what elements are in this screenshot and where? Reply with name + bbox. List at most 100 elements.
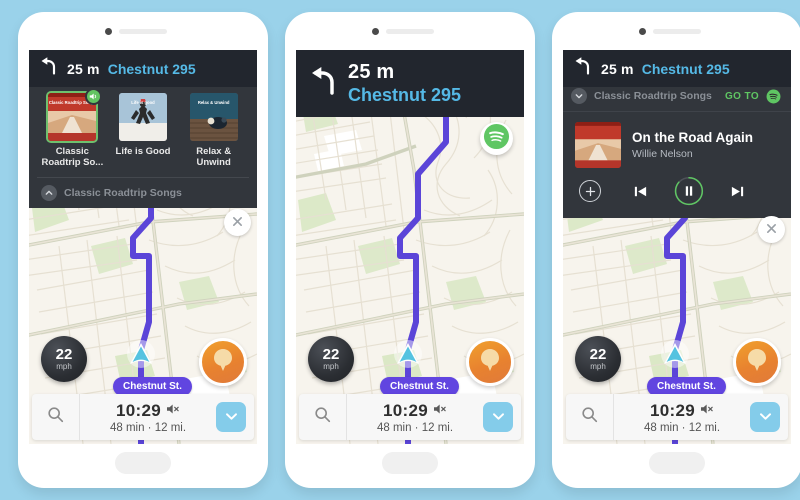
spotify-icon[interactable] xyxy=(766,89,781,104)
speed-unit: mph xyxy=(590,362,606,371)
speedometer: 22 mph xyxy=(575,336,621,382)
front-camera-icon xyxy=(639,28,646,35)
search-button[interactable] xyxy=(299,394,347,440)
album-label-2: Relax & Unwind xyxy=(196,146,232,169)
now-playing-panel: Classic Roadtrip Songs GO TO On the Road… xyxy=(563,81,791,218)
phone-navigation: 25 m Chestnut 295 22 mph Chestnut St. 10… xyxy=(285,12,535,488)
navigation-header: 25 m Chestnut 295 xyxy=(296,50,524,117)
report-button[interactable] xyxy=(199,338,247,386)
speed-value: 22 xyxy=(322,346,340,363)
expand-panel-button[interactable] xyxy=(750,402,780,432)
screen-2: 25 m Chestnut 295 22 mph Chestnut St. 10… xyxy=(296,50,524,444)
album-item-2[interactable]: Relax & Unwind Relax & Unwind xyxy=(183,93,245,169)
chevron-down-icon[interactable] xyxy=(571,88,587,104)
speaker-muted-icon[interactable] xyxy=(166,402,180,420)
phone-top-bezel xyxy=(285,12,535,50)
playlist-panel-footer[interactable]: Classic Roadtrip Songs xyxy=(37,176,249,208)
album-item-0[interactable]: Classic Roadtrip Songs Classic Roadtrip … xyxy=(41,88,104,169)
nav-distance: 25 m xyxy=(601,60,634,77)
eta-text: 48 min · 12 mi. xyxy=(376,421,454,434)
nav-distance: 25 m xyxy=(348,61,395,83)
goto-spotify-label[interactable]: GO TO xyxy=(725,91,759,102)
chevron-up-icon[interactable] xyxy=(41,184,57,201)
report-pin-icon xyxy=(478,347,502,378)
expand-panel-button[interactable] xyxy=(483,402,513,432)
album-art-1[interactable]: Life is good xyxy=(118,93,167,141)
phone-playlist-browser: 25 m Chestnut 295 Classic Roadtrip Songs… xyxy=(18,12,268,488)
earpiece-speaker xyxy=(386,29,434,34)
search-icon xyxy=(581,406,598,428)
expand-panel-button[interactable] xyxy=(216,402,246,432)
nav-street: Chestnut 295 xyxy=(641,60,730,77)
bottom-bar: 10:29 48 min · 12 mi. xyxy=(299,394,521,440)
turn-left-arrow-icon xyxy=(573,56,593,81)
track-title: On the Road Again xyxy=(632,130,753,145)
speed-unit: mph xyxy=(323,362,339,371)
player-controls xyxy=(563,174,791,218)
plus-circle-icon[interactable] xyxy=(579,180,601,202)
arrival-time: 10:29 xyxy=(383,400,428,420)
speed-unit: mph xyxy=(56,362,72,371)
home-button[interactable] xyxy=(115,452,171,474)
phone-top-bezel xyxy=(18,12,268,50)
nav-text-group: 25 m Chestnut 295 xyxy=(601,61,730,77)
earpiece-speaker xyxy=(119,29,167,34)
player-playlist-name: Classic Roadtrip Songs xyxy=(594,90,712,102)
eta-summary[interactable]: 10:29 48 min · 12 mi. xyxy=(347,401,483,434)
chevron-down-icon xyxy=(492,408,505,426)
track-text-group: On the Road Again Willie Nelson xyxy=(632,130,753,160)
car-direction-arrow-icon xyxy=(393,339,423,374)
home-button[interactable] xyxy=(382,452,438,474)
front-camera-icon xyxy=(372,28,379,35)
speed-value: 22 xyxy=(55,346,73,363)
spotify-icon xyxy=(483,123,510,155)
navigation-header: 25 m Chestnut 295 xyxy=(563,50,791,87)
speaker-playing-icon xyxy=(85,88,103,105)
album-list: Classic Roadtrip Songs Classic Roadtrip … xyxy=(37,88,249,169)
eta-text: 48 min · 12 mi. xyxy=(643,421,721,434)
front-camera-icon xyxy=(105,28,112,35)
track-info-row: Classic Roadtrip Songs On the Road Again… xyxy=(563,112,791,174)
speaker-muted-icon[interactable] xyxy=(700,402,714,420)
report-button[interactable] xyxy=(466,338,514,386)
bottom-bar: 10:29 48 min · 12 mi. xyxy=(32,394,254,440)
album-art-2[interactable]: Relax & Unwind xyxy=(189,93,238,141)
album-art-title-1: Life is good xyxy=(131,100,155,105)
earpiece-speaker xyxy=(653,29,701,34)
navigation-header: 25 m Chestnut 295 xyxy=(29,50,257,87)
next-track-icon[interactable] xyxy=(730,184,745,199)
screenshot-stage: 25 m Chestnut 295 Classic Roadtrip Songs… xyxy=(0,0,800,500)
previous-track-icon[interactable] xyxy=(633,184,648,199)
eta-summary[interactable]: 10:29 48 min · 12 mi. xyxy=(80,401,216,434)
speedometer: 22 mph xyxy=(41,336,87,382)
search-button[interactable] xyxy=(32,394,80,440)
close-playlist-button[interactable] xyxy=(224,209,251,236)
search-icon xyxy=(47,406,64,428)
phone-now-playing: 25 m Chestnut 295 Classic Roadtrip Songs… xyxy=(552,12,800,488)
speaker-muted-icon[interactable] xyxy=(433,402,447,420)
bottom-bar: 10:29 48 min · 12 mi. xyxy=(566,394,788,440)
search-button[interactable] xyxy=(566,394,614,440)
now-playing-album-art[interactable]: Classic Roadtrip Songs xyxy=(575,122,621,168)
speedometer: 22 mph xyxy=(308,336,354,382)
close-icon xyxy=(766,221,777,239)
phone-top-bezel xyxy=(552,12,800,50)
close-player-button[interactable] xyxy=(758,216,785,243)
chevron-down-icon xyxy=(759,408,772,426)
album-label-0: Classic Roadtrip So... xyxy=(41,146,104,169)
eta-summary[interactable]: 10:29 48 min · 12 mi. xyxy=(614,401,750,434)
track-artist: Willie Nelson xyxy=(632,148,693,160)
playlist-footer-label: Classic Roadtrip Songs xyxy=(64,186,182,199)
turn-left-arrow-icon xyxy=(308,65,340,102)
nav-text-group: 25 m Chestnut 295 xyxy=(67,61,196,77)
pause-button[interactable] xyxy=(674,176,704,206)
search-icon xyxy=(314,406,331,428)
report-pin-icon xyxy=(211,347,235,378)
album-item-1[interactable]: Life is good Life is Good xyxy=(112,93,174,157)
playlist-browser-panel: Classic Roadtrip Songs Classic Roadtrip … xyxy=(29,83,257,208)
report-button[interactable] xyxy=(733,338,781,386)
arrival-row: 10:29 xyxy=(80,401,216,421)
car-direction-arrow-icon xyxy=(660,339,690,374)
spotify-button[interactable] xyxy=(480,122,513,155)
home-button[interactable] xyxy=(649,452,705,474)
